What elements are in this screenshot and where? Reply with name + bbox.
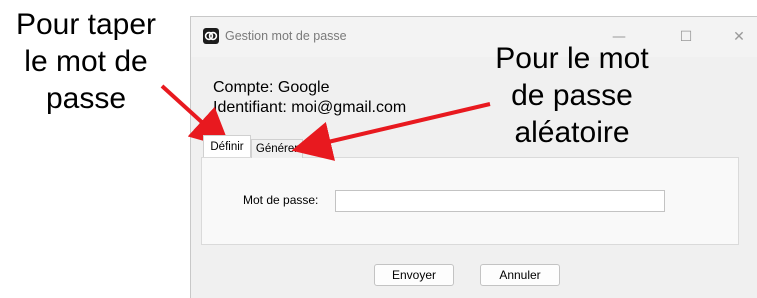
window-title: Gestion mot de passe — [225, 29, 347, 43]
password-label: Mot de passe: — [243, 193, 319, 207]
tab-generer[interactable]: Générer — [251, 139, 303, 158]
cancel-button[interactable]: Annuler — [480, 264, 560, 286]
account-label: Compte: Google — [213, 79, 330, 96]
password-field[interactable] — [335, 190, 665, 212]
app-icon — [203, 28, 219, 44]
annotation-left-text: Pour taper le mot de passe — [15, 8, 157, 115]
tab-definir[interactable]: Définir — [203, 135, 251, 157]
annotation-right-text: Pour le mot de passe aléatoire — [495, 42, 649, 149]
close-button[interactable]: ✕ — [727, 25, 751, 49]
send-button[interactable]: Envoyer — [374, 264, 454, 286]
identifier-label: Identifiant: moi@gmail.com — [213, 99, 407, 116]
